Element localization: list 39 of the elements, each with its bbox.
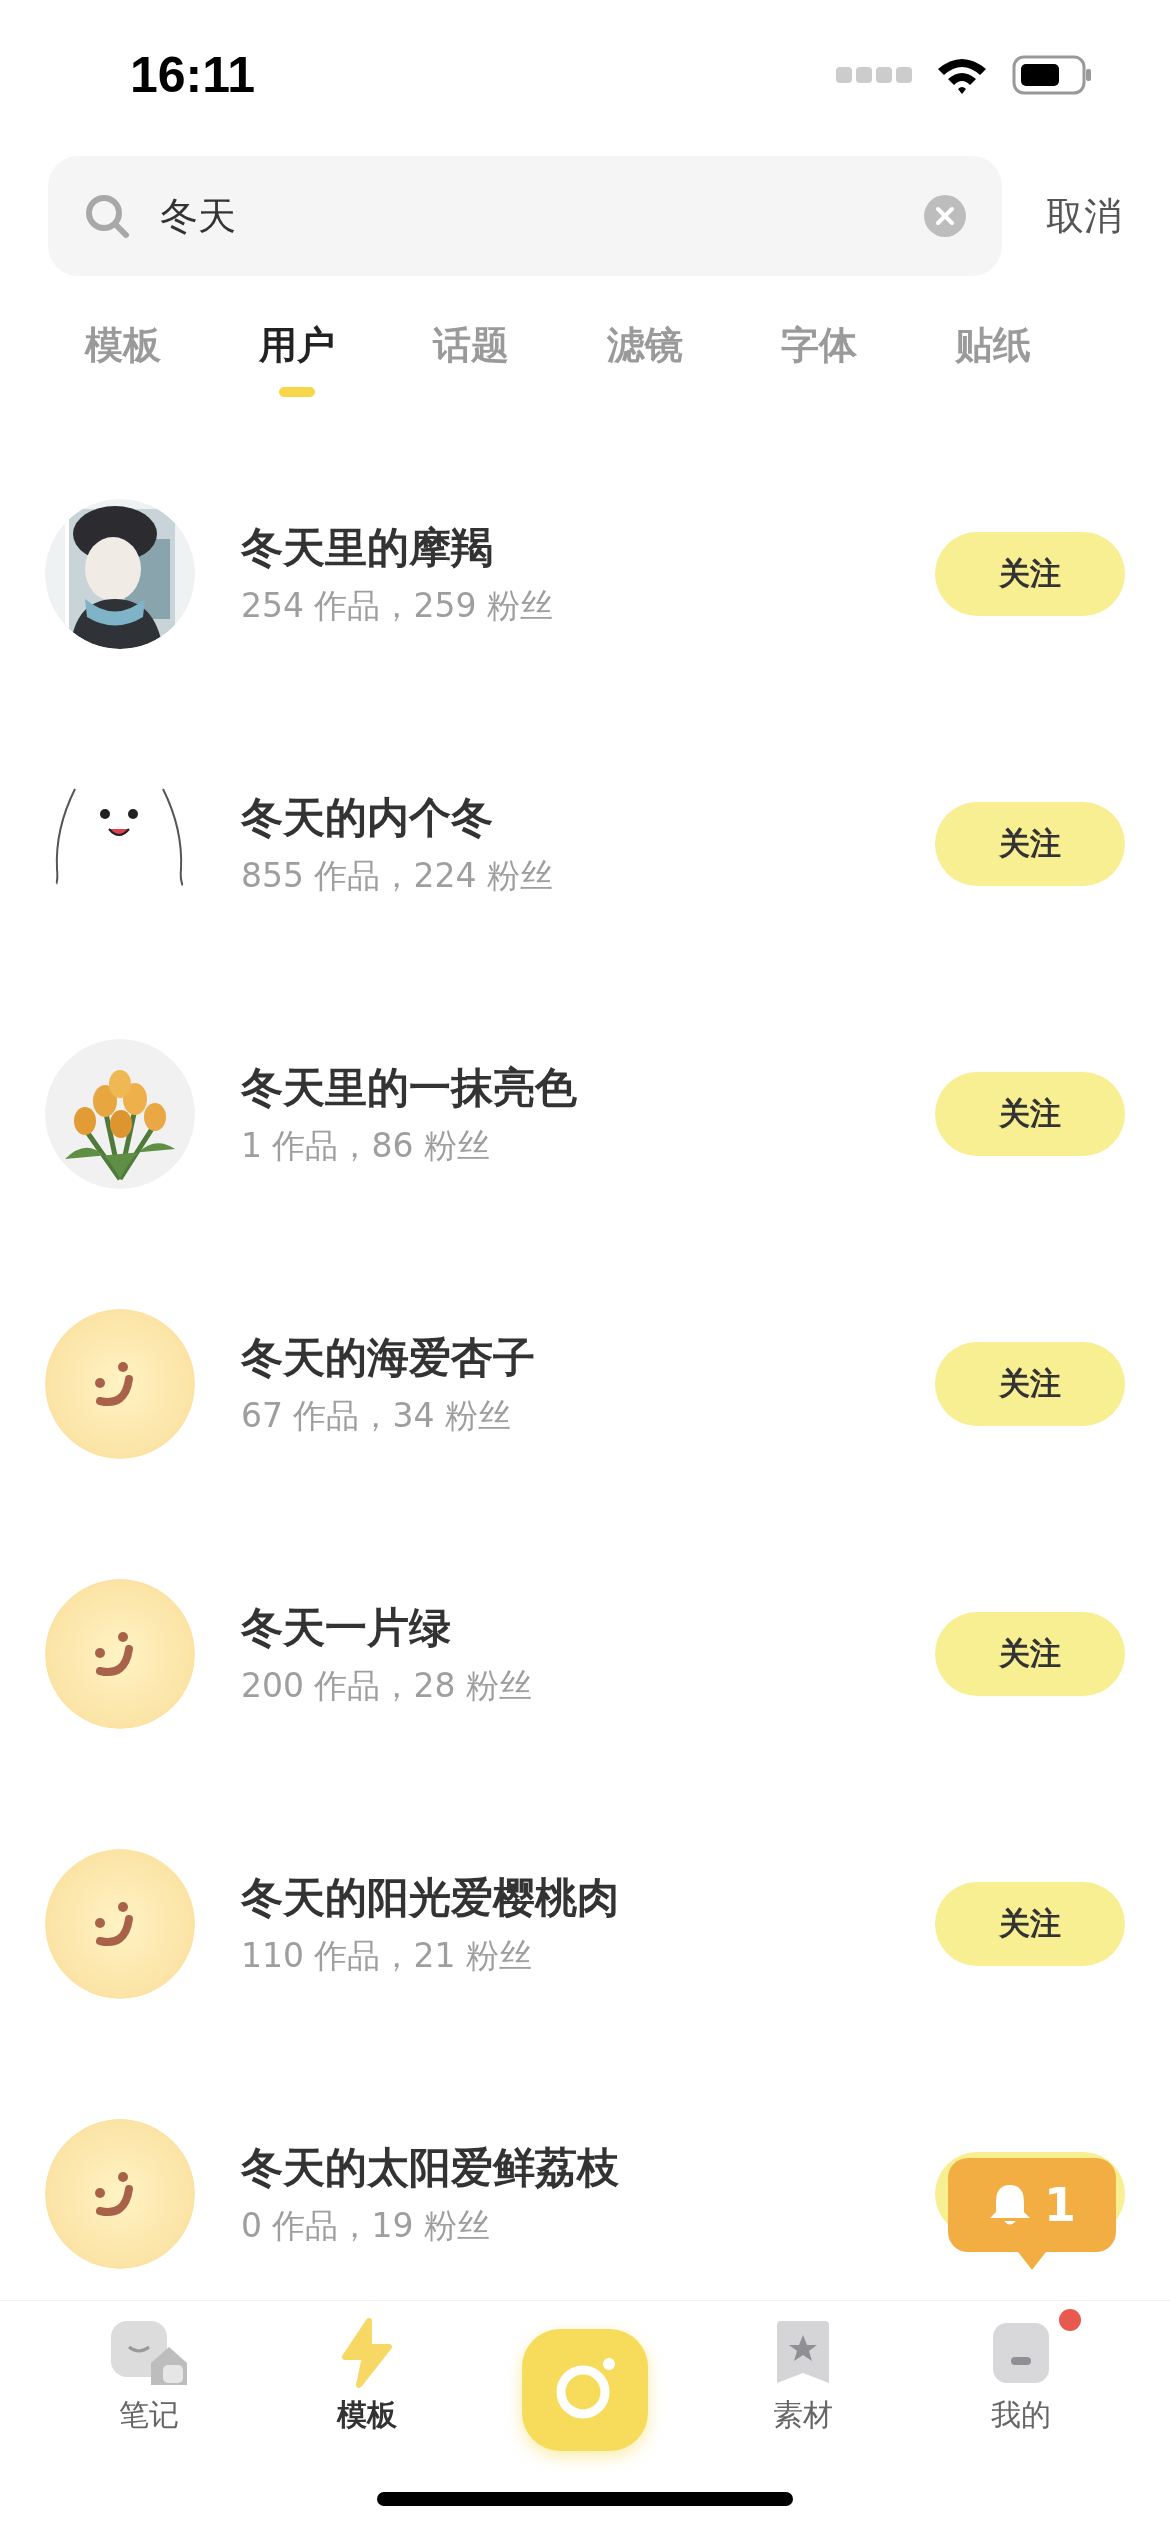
- tab[interactable]: 用户: [210, 320, 384, 397]
- user-name: 冬天的海爱杏子: [241, 1331, 536, 1384]
- status-time: 16:11: [130, 46, 256, 104]
- cancel-button[interactable]: 取消: [1046, 190, 1122, 242]
- search-input[interactable]: 冬天: [158, 193, 896, 239]
- user-stats: 200 作品，28 粉丝: [241, 1664, 533, 1707]
- nav-tab[interactable]: 素材: [713, 2301, 893, 2451]
- search-bar[interactable]: 冬天: [48, 156, 1002, 276]
- user-name: 冬天的太阳爱鲜荔枝: [241, 2141, 620, 2194]
- battery-icon: [1012, 55, 1092, 95]
- follow-button[interactable]: 关注: [935, 1072, 1125, 1156]
- notification-count: 1: [1044, 2178, 1076, 2232]
- smiley-avatar-icon: [45, 1579, 195, 1729]
- signal-icon: [836, 67, 912, 83]
- search-icon: [84, 193, 130, 239]
- follow-button[interactable]: 关注: [935, 1342, 1125, 1426]
- follow-button[interactable]: 关注: [935, 1612, 1125, 1696]
- follow-button[interactable]: 关注: [935, 532, 1125, 616]
- nav-tab[interactable]: 模板: [277, 2301, 457, 2451]
- nav-tab[interactable]: 笔记: [59, 2301, 239, 2451]
- clear-icon[interactable]: [924, 195, 966, 237]
- user-name: 冬天里的摩羯: [241, 521, 494, 574]
- user-name: 冬天的阳光爱樱桃肉: [241, 1871, 620, 1924]
- smiley-avatar-icon: [45, 1309, 195, 1459]
- user-stats: 67 作品，34 粉丝: [241, 1394, 512, 1437]
- user-stats: 855 作品，224 粉丝: [241, 854, 554, 897]
- user-name: 冬天里的一抹亮色: [241, 1061, 578, 1114]
- user-stats: 110 作品，21 粉丝: [241, 1934, 533, 1977]
- user-name: 冬天的内个冬: [241, 791, 494, 844]
- user-stats: 0 作品，19 粉丝: [241, 2204, 491, 2247]
- smiley-avatar-icon: [45, 2119, 195, 2269]
- camera-button[interactable]: [522, 2329, 648, 2451]
- nav-tab[interactable]: 我的: [931, 2301, 1111, 2451]
- follow-button[interactable]: 关注: [935, 1882, 1125, 1966]
- user-stats: 1 作品，86 粉丝: [241, 1124, 491, 1167]
- user-name: 冬天一片绿: [241, 1601, 452, 1654]
- smiley-avatar-icon: [45, 1849, 195, 1999]
- follow-button[interactable]: 关注: [935, 802, 1125, 886]
- user-stats: 254 作品，259 粉丝: [241, 584, 554, 627]
